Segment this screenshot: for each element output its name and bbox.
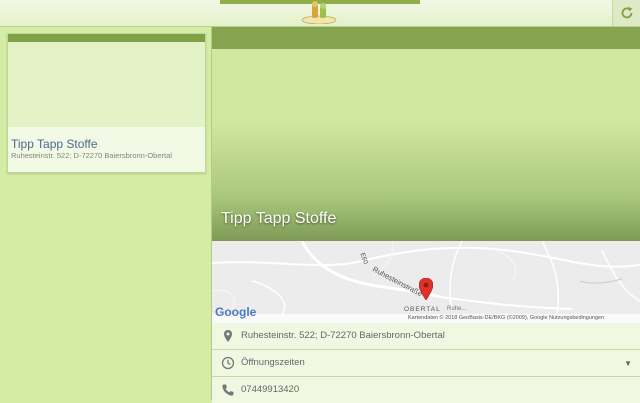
- google-logo[interactable]: Google: [215, 305, 256, 319]
- map-partial-label: Ruhe...: [447, 306, 467, 312]
- app-logo: [301, 1, 337, 24]
- clock-icon: [221, 356, 235, 370]
- card-image: [8, 42, 205, 127]
- phone-text: 07449913420: [241, 384, 300, 395]
- map-view[interactable]: E60 Ruhesteinstraße OBERTAL Ruhe... Kart…: [212, 241, 640, 323]
- card-title: Tipp Tapp Stoffe: [11, 137, 98, 151]
- list-item[interactable]: Tipp Tapp Stoffe Ruhesteinstr. 522; D-72…: [7, 33, 206, 173]
- map-credit[interactable]: Kartendaten © 2018 GeoBasis-DE/BKG (©200…: [408, 314, 604, 323]
- card-address: Ruhesteinstr. 522; D-72270 Baiersbronn-O…: [11, 151, 172, 160]
- card-header-bar: [8, 34, 205, 42]
- refresh-icon: [621, 6, 633, 19]
- detail-title: Tipp Tapp Stoffe: [221, 210, 337, 227]
- location-pin-icon: [224, 330, 232, 342]
- phone-row[interactable]: 07449913420: [212, 377, 640, 403]
- hero-band: [212, 27, 640, 49]
- map-pin-icon[interactable]: [419, 278, 433, 300]
- address-text: Ruhesteinstr. 522; D-72270 Baiersbronn-O…: [241, 330, 445, 341]
- chevron-down-icon[interactable]: ▼: [624, 359, 632, 368]
- info-rows: Ruhesteinstr. 522; D-72270 Baiersbronn-O…: [212, 323, 640, 403]
- hours-row[interactable]: Öffnungszeiten ▼: [212, 350, 640, 377]
- refresh-button[interactable]: [612, 0, 640, 26]
- map-town-label: OBERTAL: [404, 306, 441, 313]
- hours-text: Öffnungszeiten: [241, 357, 305, 368]
- phone-icon: [222, 384, 234, 396]
- detail-hero: Tipp Tapp Stoffe: [212, 27, 640, 241]
- top-bar: [0, 0, 640, 27]
- card-body: Tipp Tapp Stoffe Ruhesteinstr. 522; D-72…: [8, 127, 205, 172]
- address-row[interactable]: Ruhesteinstr. 522; D-72270 Baiersbronn-O…: [212, 323, 640, 350]
